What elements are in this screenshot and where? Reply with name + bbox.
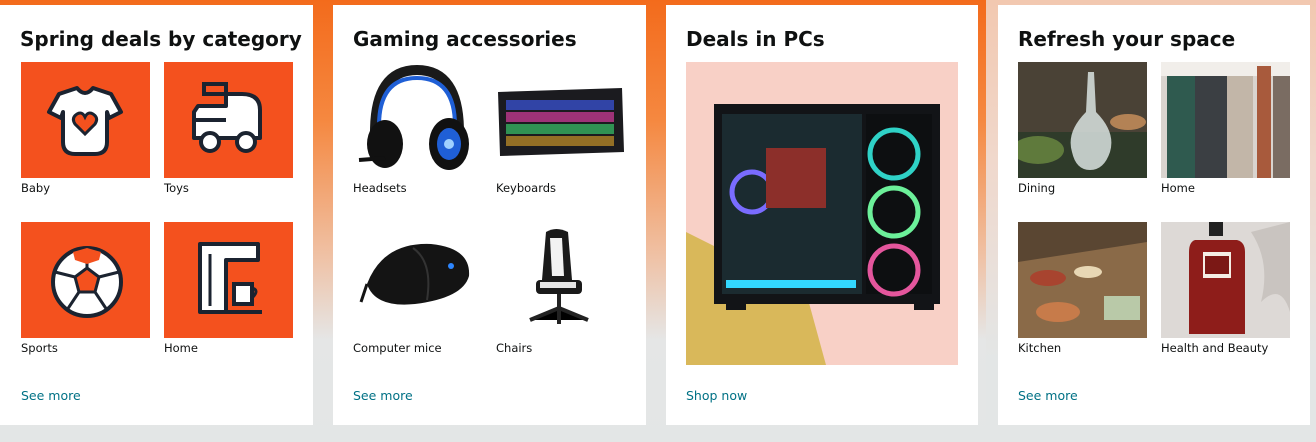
room-label: Health and Beauty <box>1161 341 1269 355</box>
home-textiles-image <box>1161 62 1290 178</box>
card-deals-in-pcs: Deals in PCs Shop now <box>666 5 978 425</box>
category-label: Toys <box>164 181 189 195</box>
card-spring-deals: Spring deals by category Baby Toys Sport… <box>0 5 313 425</box>
category-home[interactable]: Home <box>164 222 293 355</box>
card-title: Refresh your space <box>1018 27 1236 51</box>
card-refresh-your-space: Refresh your space Dining Home Kitchen H… <box>998 5 1310 425</box>
room-label: Kitchen <box>1018 341 1062 355</box>
room-home[interactable]: Home <box>1161 62 1290 195</box>
product-keyboards[interactable]: Keyboards <box>496 62 625 195</box>
kitchen-image <box>1018 222 1147 338</box>
room-kitchen[interactable]: Kitchen <box>1018 222 1147 355</box>
room-dining[interactable]: Dining <box>1018 62 1147 195</box>
room-label: Home <box>1161 181 1195 195</box>
category-label: Home <box>164 341 198 355</box>
health-beauty-image <box>1161 222 1290 338</box>
product-headsets[interactable]: Headsets <box>353 62 482 195</box>
card-title: Gaming accessories <box>353 27 577 51</box>
see-more-link[interactable]: See more <box>353 388 413 403</box>
product-label: Computer mice <box>353 341 442 355</box>
card-gaming-accessories: Gaming accessories Headsets Keyboards Co… <box>333 5 646 425</box>
product-label: Headsets <box>353 181 407 195</box>
category-toys[interactable]: Toys <box>164 62 293 195</box>
card-title: Spring deals by category <box>20 27 302 51</box>
gaming-chair-image <box>496 222 625 338</box>
see-more-link[interactable]: See more <box>21 388 81 403</box>
shop-now-link[interactable]: Shop now <box>686 388 747 403</box>
category-baby[interactable]: Baby <box>21 62 150 195</box>
product-computer-mice[interactable]: Computer mice <box>353 222 482 355</box>
category-sports[interactable]: Sports <box>21 222 150 355</box>
page-background-strip <box>0 428 1316 442</box>
mouse-image <box>353 222 482 338</box>
keyboard-image <box>496 62 625 178</box>
see-more-link[interactable]: See more <box>1018 388 1078 403</box>
product-label: Keyboards <box>496 181 557 195</box>
onesie-icon <box>21 62 150 178</box>
coffee-maker-icon <box>164 222 293 338</box>
soccer-ball-icon <box>21 222 150 338</box>
gaming-pc-image[interactable] <box>686 62 958 365</box>
category-label: Sports <box>21 341 58 355</box>
toy-truck-icon <box>164 62 293 178</box>
product-chairs[interactable]: Chairs <box>496 222 625 355</box>
room-health-and-beauty[interactable]: Health and Beauty <box>1161 222 1290 355</box>
category-label: Baby <box>21 181 51 195</box>
card-title: Deals in PCs <box>686 27 825 51</box>
headset-image <box>353 62 482 178</box>
product-label: Chairs <box>496 341 533 355</box>
dining-image <box>1018 62 1147 178</box>
room-label: Dining <box>1018 181 1056 195</box>
